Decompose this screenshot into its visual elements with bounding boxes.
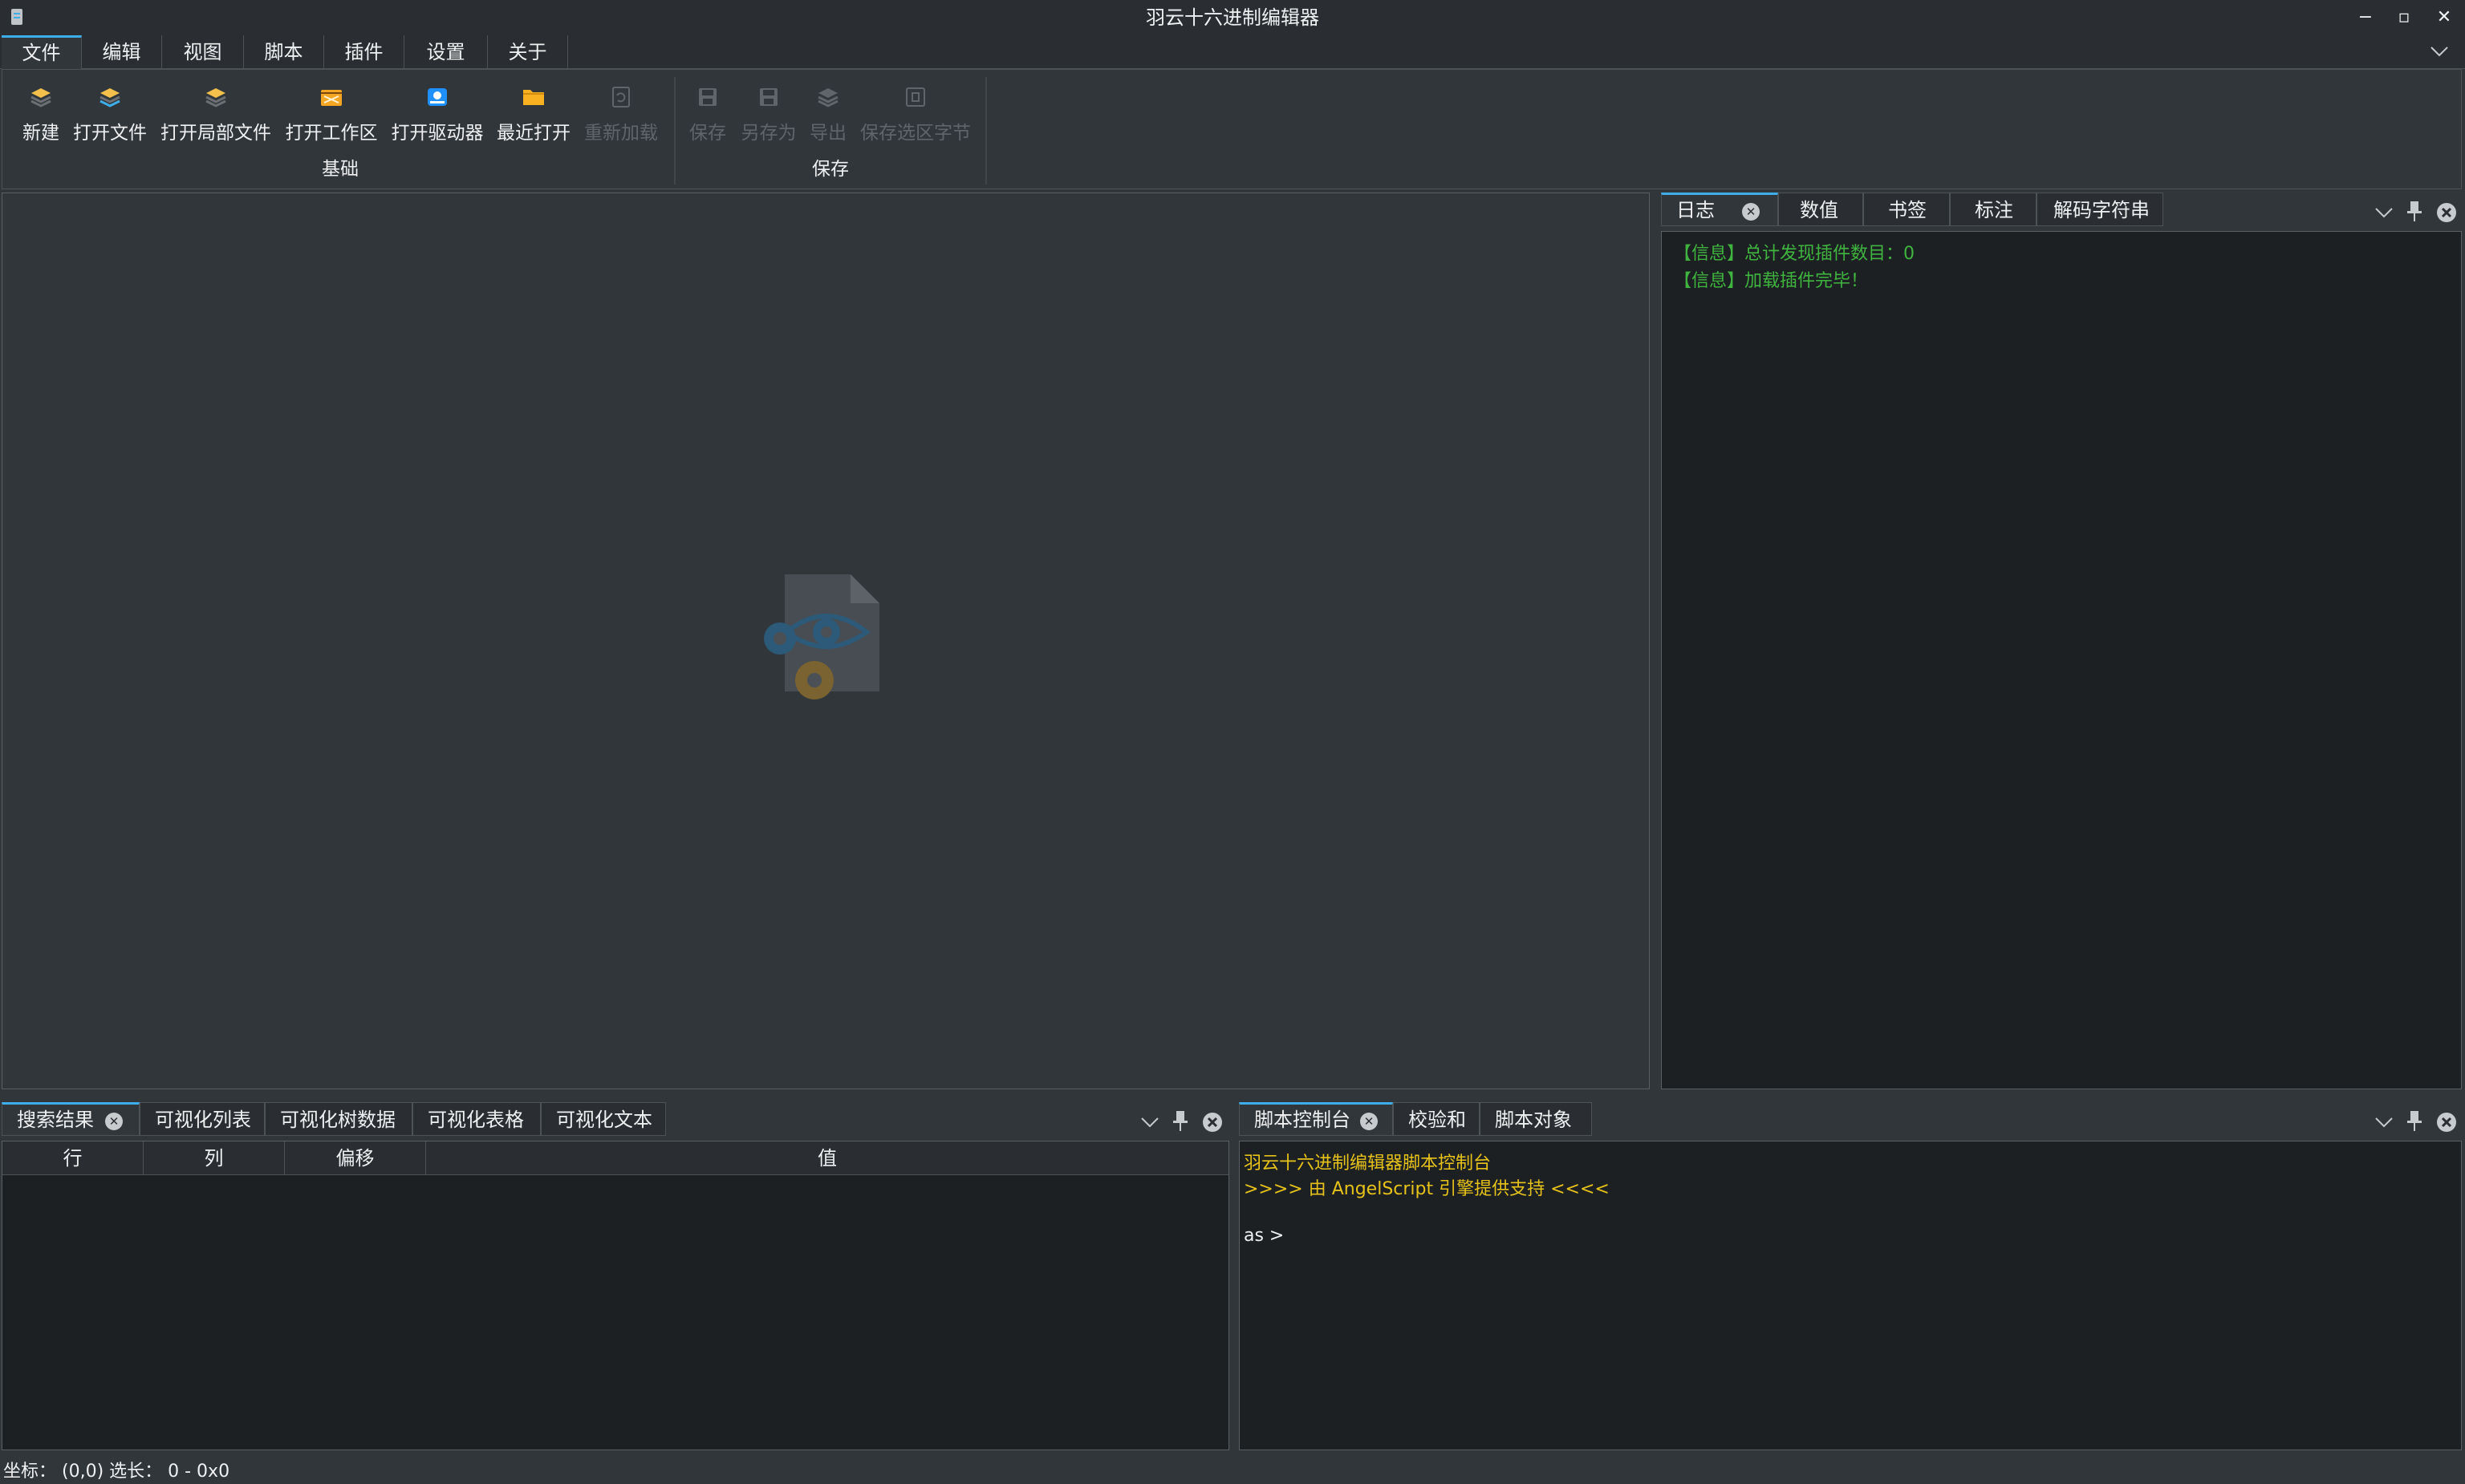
column-header-offset[interactable]: 偏移 (285, 1141, 426, 1175)
tab-script[interactable]: 脚本 (244, 35, 324, 69)
console-banner: >>>> 由 AngelScript 引擎提供支持 <<<< (1244, 1179, 1610, 1199)
log-line: 【信息】总计发现插件数目：0 (1674, 244, 1915, 264)
open-workspace-button[interactable]: 打开工作区 (284, 83, 379, 148)
column-header-value[interactable]: 值 (426, 1141, 1228, 1175)
open-file-button[interactable]: 打开文件 (71, 83, 149, 148)
tab-annotations[interactable]: 标注 (1950, 193, 2037, 226)
chevron-down-icon[interactable] (2372, 201, 2396, 225)
log-line: 【信息】加载插件完毕！ (1674, 271, 1869, 291)
tab-file[interactable]: 文件 (2, 35, 82, 70)
close-icon[interactable] (2435, 201, 2459, 225)
tab-plugin[interactable]: 插件 (324, 35, 404, 69)
tab-visual-table[interactable]: 可视化表格 (412, 1102, 541, 1136)
minimize-button[interactable]: − (2351, 5, 2380, 30)
tab-script-console[interactable]: 脚本控制台 ✕ (1239, 1102, 1393, 1136)
tab-settings[interactable]: 设置 (404, 35, 488, 69)
save-as-button[interactable]: 另存为 (737, 83, 801, 148)
tab-view[interactable]: 视图 (162, 35, 244, 69)
log-panel (1661, 231, 2462, 1089)
tab-about[interactable]: 关于 (488, 35, 568, 69)
column-header-row[interactable]: 行 (2, 1141, 144, 1175)
console-prompt[interactable]: as > (1244, 1226, 1284, 1246)
tab-edit[interactable]: 编辑 (82, 35, 162, 69)
status-bar (0, 1454, 2465, 1484)
bottom-left-dock-tabs: 搜索结果 ✕ 可视化列表 可视化树数据 可视化表格 可视化文本 (2, 1102, 1229, 1136)
save-selection-icon (906, 87, 925, 107)
reload-button[interactable]: 重新加载 (583, 83, 660, 148)
reload-icon (612, 87, 630, 107)
open-drive-icon (428, 88, 447, 106)
editor-placeholder-logo (764, 574, 879, 699)
chevron-down-icon[interactable] (2426, 39, 2452, 64)
export-button[interactable]: 导出 (806, 83, 851, 148)
tab-visual-list[interactable]: 可视化列表 (140, 1102, 265, 1136)
close-icon[interactable] (2435, 1110, 2459, 1134)
save-as-icon (760, 88, 778, 106)
open-region-button[interactable]: 打开局部文件 (159, 83, 273, 148)
tab-script-objects[interactable]: 脚本对象 (1480, 1102, 1592, 1136)
tab-log[interactable]: 日志 ✕ (1661, 193, 1778, 226)
open-region-icon (205, 88, 226, 107)
group-separator (985, 77, 987, 184)
search-results-table: 行 列 偏移 值 (2, 1141, 1229, 1450)
tab-decode-string[interactable]: 解码字符串 (2037, 193, 2163, 226)
save-selection-button[interactable]: 保存选区字节 (855, 83, 976, 148)
recent-button[interactable]: 最近打开 (494, 83, 573, 148)
close-icon[interactable]: ✕ (1360, 1113, 1378, 1130)
close-icon[interactable] (1200, 1110, 1224, 1134)
tab-checksum[interactable]: 校验和 (1393, 1102, 1480, 1136)
chevron-down-icon[interactable] (1138, 1110, 1162, 1134)
close-button[interactable]: ✕ (2430, 5, 2459, 30)
pin-icon[interactable] (2402, 1109, 2426, 1133)
status-text: 坐标： (0,0) 选长： 0 - 0x0 (3, 1462, 230, 1482)
ribbon-tab-bar: 文件 编辑 视图 脚本 插件 设置 关于 (0, 35, 2465, 70)
column-header-col[interactable]: 列 (144, 1141, 285, 1175)
save-button[interactable]: 保存 (685, 83, 730, 148)
pin-icon[interactable] (2402, 199, 2426, 223)
bottom-right-dock-tabs: 脚本控制台 ✕ 校验和 脚本对象 (1239, 1102, 2462, 1136)
tab-values[interactable]: 数值 (1778, 193, 1863, 226)
tab-visual-tree[interactable]: 可视化树数据 (265, 1102, 412, 1136)
group-label-basic: 基础 (322, 159, 359, 180)
close-icon[interactable]: ✕ (105, 1113, 123, 1130)
open-drive-button[interactable]: 打开驱动器 (390, 83, 485, 148)
open-file-icon (99, 88, 120, 107)
maximize-button[interactable]: ▫ (2390, 5, 2418, 30)
tab-search-results[interactable]: 搜索结果 ✕ (2, 1102, 140, 1136)
pin-icon[interactable] (1168, 1109, 1192, 1133)
new-file-icon (30, 88, 51, 107)
group-label-save: 保存 (812, 159, 849, 180)
right-dock-tabs: 日志 ✕ 数值 书签 标注 解码字符串 (1661, 193, 2463, 226)
tab-bookmarks[interactable]: 书签 (1863, 193, 1950, 226)
chevron-down-icon[interactable] (2372, 1110, 2396, 1134)
save-icon (699, 88, 717, 106)
close-icon[interactable]: ✕ (1742, 203, 1760, 221)
folder-icon (523, 90, 544, 105)
new-button[interactable]: 新建 (14, 83, 67, 148)
open-workspace-icon (321, 90, 342, 106)
export-icon (818, 88, 839, 107)
console-banner: 羽云十六进制编辑器脚本控制台 (1244, 1154, 1492, 1174)
tab-visual-text[interactable]: 可视化文本 (541, 1102, 666, 1136)
window-title: 羽云十六进制编辑器 (1146, 6, 1319, 29)
